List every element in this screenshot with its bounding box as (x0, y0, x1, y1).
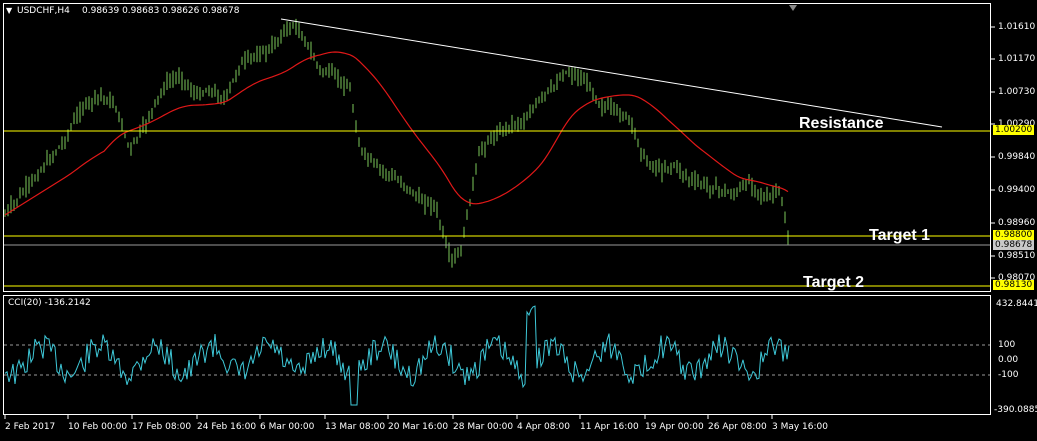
time-tick-label: 13 Mar 08:00 (325, 422, 386, 432)
cci-tick-label: 100 (998, 340, 1016, 350)
target2-price-tag: 0.98130 (993, 280, 1035, 290)
price-candles (4, 18, 789, 268)
target1-price-tag: 0.98800 (993, 230, 1035, 240)
resistance-price-tag: 1.00200 (993, 125, 1035, 135)
cci-tick-label: -390.0885 (994, 405, 1037, 415)
time-tick-label: 11 Apr 16:00 (580, 422, 639, 432)
price-tick-label: 1.01170 (998, 54, 1036, 64)
price-tick-label: 0.99840 (998, 152, 1036, 162)
time-tick-label: 2 Feb 2017 (5, 422, 56, 432)
symbol-label: USDCHF,H4 (17, 6, 70, 16)
cci-tick-label: 0.00 (998, 355, 1019, 365)
current-price-tag: 0.98678 (993, 240, 1035, 250)
moving-average-line (4, 51, 789, 216)
cci-label: CCI(20) -136.2142 (8, 298, 91, 308)
time-tick-label: 6 Mar 00:00 (260, 422, 315, 432)
time-tick-label: 3 May 16:00 (772, 422, 828, 432)
cci-tick-label: 432.8441 (996, 299, 1037, 309)
time-tick-label: 24 Feb 16:00 (197, 422, 257, 432)
cci-tick-label: -100 (998, 370, 1019, 380)
time-tick-label: 26 Apr 08:00 (708, 422, 767, 432)
time-tick-label: 28 Mar 00:00 (453, 422, 514, 432)
price-pane-frame (3, 3, 991, 292)
resistance-annotation[interactable]: Resistance (799, 115, 884, 133)
time-tick-label: 19 Apr 00:00 (645, 422, 704, 432)
price-tick-label: 1.01610 (998, 22, 1036, 32)
price-tick-label: 0.98510 (998, 251, 1036, 261)
chart-canvas[interactable] (0, 0, 1037, 441)
target1-annotation[interactable]: Target 1 (869, 227, 930, 245)
price-tick-label: 0.98960 (998, 218, 1036, 228)
time-tick-label: 10 Feb 00:00 (68, 422, 128, 432)
ohlc-values: 0.98639 0.98683 0.98626 0.98678 (82, 6, 240, 16)
chart-shift-marker[interactable] (789, 5, 797, 11)
time-tick-label: 4 Apr 08:00 (517, 422, 570, 432)
symbol-dropdown-icon[interactable]: ▼ (6, 6, 12, 15)
target2-annotation[interactable]: Target 2 (803, 274, 864, 292)
cci-pane-frame (3, 295, 991, 415)
chart-window[interactable]: ▼ USDCHF,H4 0.98639 0.98683 0.98626 0.98… (0, 0, 1037, 441)
time-tick-label: 20 Mar 16:00 (388, 422, 449, 432)
time-tick-label: 17 Feb 08:00 (132, 422, 192, 432)
cci-indicator-line (4, 305, 790, 406)
price-tick-label: 0.99400 (998, 185, 1036, 195)
price-tick-label: 1.00730 (998, 87, 1036, 97)
